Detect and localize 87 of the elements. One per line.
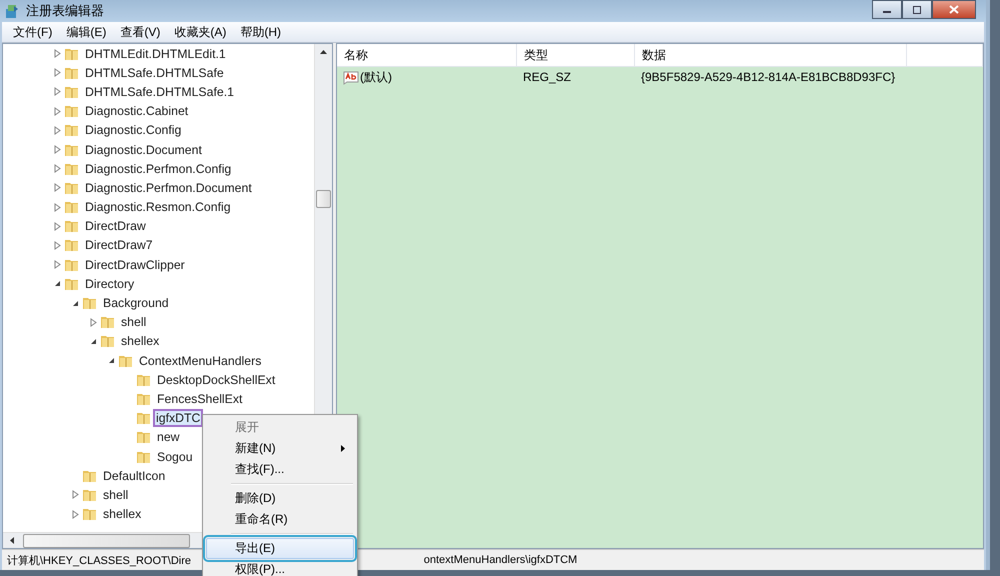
tree-item[interactable]: shellex [100,505,144,524]
tree-item[interactable]: Diagnostic.Resmon.Config [82,198,234,216]
collapsed-arrow-icon[interactable] [54,202,60,212]
expanded-arrow-icon[interactable] [108,357,114,364]
expanded-arrow-icon[interactable] [72,300,78,307]
folder-icon [82,506,98,522]
menu-item[interactable]: 收藏夹(A) [167,24,234,40]
minimize-button[interactable] [872,0,902,19]
collapsed-arrow-icon[interactable] [72,490,78,500]
column-header[interactable]: 类型 [517,44,635,67]
tree-item[interactable]: Background [100,294,172,312]
column-header[interactable]: 名称 [337,44,517,67]
folder-icon [64,237,80,254]
tree-item[interactable]: FencesShellExt [154,390,246,408]
collapsed-arrow-icon[interactable] [54,106,60,116]
tree-item[interactable]: Diagnostic.Perfmon.Config [82,160,234,178]
tree-item[interactable]: Diagnostic.Cabinet [82,102,192,120]
menu-item[interactable]: 查找(F)... [206,459,354,480]
tree-item[interactable]: Diagnostic.Document [82,140,205,159]
tree-item[interactable]: DirectDraw [82,217,149,236]
collapsed-arrow-icon[interactable] [54,68,60,78]
string-value-icon [343,69,359,85]
tree-item[interactable]: Diagnostic.Perfmon.Document [82,178,255,197]
value-data: {9B5F5829-A529-4B12-814A-E81BCB8D93FC} [640,70,896,84]
column-header[interactable]: 数据 [635,44,907,67]
menu-item[interactable]: 权限(P)... [206,559,354,576]
menu-item[interactable]: 导出(E) [206,538,354,559]
maximize-button[interactable] [902,0,932,19]
value-type: REG_SZ [522,70,572,84]
expanded-arrow-icon[interactable] [90,338,96,345]
tree-item[interactable]: DesktopDockShellExt [154,370,278,389]
tree-item[interactable]: DHTMLSafe.DHTMLSafe [82,64,227,82]
folder-icon [64,122,80,138]
collapsed-arrow-icon[interactable] [54,222,60,231]
tree-item[interactable]: DHTMLEdit.DHTMLEdit.1 [82,44,229,63]
collapsed-arrow-icon[interactable] [54,164,60,174]
folder-icon [64,199,80,216]
menu-item[interactable]: 帮助(H) [233,24,288,40]
tree-item[interactable]: DefaultIcon [100,466,168,485]
scrollbar-thumb[interactable] [23,534,190,548]
collapsed-arrow-icon[interactable] [54,145,60,154]
collapsed-arrow-icon[interactable] [54,183,60,192]
window-title: 注册表编辑器 [26,2,104,20]
tree-item[interactable]: Directory [82,274,138,293]
close-button[interactable] [932,0,976,19]
app-icon [4,3,20,19]
tree-item[interactable]: DirectDraw7 [82,236,156,254]
scroll-left-icon [9,536,15,545]
menu-item[interactable]: 文件(F) [6,24,60,40]
submenu-arrow-icon [341,445,345,452]
status-path: ontextMenuHandlers\igfxDTCM [424,554,578,566]
tree-item[interactable]: new [154,428,183,446]
folder-icon [100,333,116,350]
folder-icon [100,314,116,330]
tree-item[interactable]: shell [118,313,150,332]
tree-item[interactable]: ContextMenuHandlers [136,352,264,370]
maximize-icon [912,6,922,14]
collapsed-arrow-icon[interactable] [90,318,96,327]
tree-item[interactable]: DirectDrawClipper [82,256,188,274]
scroll-up-icon [319,49,328,55]
scrollbar-thumb[interactable] [316,190,331,208]
tree-item[interactable]: shell [100,486,132,504]
collapsed-arrow-icon[interactable] [54,240,60,250]
status-path: 计算机\HKEY_CLASSES_ROOT\Dire [7,554,191,568]
value-name: (默认) [360,68,392,86]
tree-item[interactable]: shellex [118,332,162,350]
menu-item[interactable]: 编辑(E) [59,24,114,40]
menu-item[interactable]: 重命名(R) [206,509,354,530]
menu-item[interactable]: 查看(V) [113,24,168,40]
menu-item[interactable]: 新建(N) [206,438,354,459]
folder-icon [64,218,80,234]
tree-item[interactable]: igfxDTC [153,409,204,428]
close-icon [949,5,959,14]
collapsed-arrow-icon[interactable] [54,126,60,135]
collapsed-arrow-icon[interactable] [72,510,78,519]
folder-icon [64,103,80,120]
collapsed-arrow-icon[interactable] [54,49,60,58]
collapsed-arrow-icon[interactable] [54,87,60,96]
folder-icon [136,410,152,426]
tree-item[interactable]: DHTMLSafe.DHTMLSafe.1 [82,82,237,101]
tree-item[interactable]: Sogou [154,448,196,466]
expanded-arrow-icon[interactable] [54,280,60,288]
collapsed-arrow-icon[interactable] [54,260,60,270]
folder-icon [82,295,98,312]
tree-item[interactable]: Diagnostic.Config [82,121,184,140]
menu-item[interactable]: 删除(D) [206,488,354,509]
folder-icon [136,429,152,446]
